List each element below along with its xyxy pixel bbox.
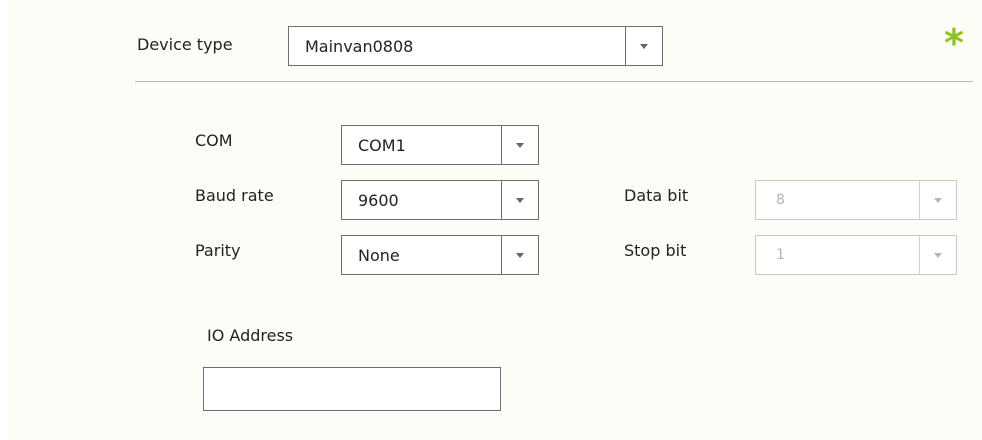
baud-rate-dropdown-button[interactable] — [501, 181, 538, 219]
device-type-select[interactable]: Mainvan0808 — [288, 26, 663, 66]
parity-label: Parity — [195, 241, 241, 260]
io-address-label: IO Address — [207, 326, 294, 345]
data-bit-dropdown-button — [919, 181, 956, 219]
device-type-label: Device type — [137, 35, 233, 54]
stop-bit-select: 1 — [755, 235, 957, 275]
chevron-down-icon — [934, 197, 942, 203]
data-bit-label: Data bit — [624, 186, 689, 205]
asterisk-icon: * — [944, 21, 964, 65]
stop-bit-value: 1 — [776, 247, 785, 263]
baud-rate-select[interactable]: 9600 — [341, 180, 539, 220]
parity-dropdown-button[interactable] — [501, 236, 538, 274]
data-bit-select: 8 — [755, 180, 957, 220]
stop-bit-label: Stop bit — [624, 241, 687, 260]
data-bit-value: 8 — [776, 192, 785, 208]
chevron-down-icon — [516, 197, 524, 203]
chevron-down-icon — [640, 43, 648, 49]
baud-rate-label: Baud rate — [195, 186, 274, 205]
io-address-input[interactable] — [203, 367, 501, 411]
com-value: COM1 — [358, 135, 406, 155]
parity-select[interactable]: None — [341, 235, 539, 275]
com-dropdown-button[interactable] — [501, 126, 538, 164]
chevron-down-icon — [516, 252, 524, 258]
device-type-value: Mainvan0808 — [305, 36, 414, 56]
com-select[interactable]: COM1 — [341, 125, 539, 165]
parity-value: None — [358, 245, 400, 265]
chevron-down-icon — [516, 142, 524, 148]
stop-bit-dropdown-button — [919, 236, 956, 274]
com-label: COM — [195, 131, 233, 150]
section-divider — [135, 81, 973, 82]
chevron-down-icon — [934, 252, 942, 258]
device-type-dropdown-button[interactable] — [625, 27, 662, 65]
baud-rate-value: 9600 — [358, 190, 399, 210]
